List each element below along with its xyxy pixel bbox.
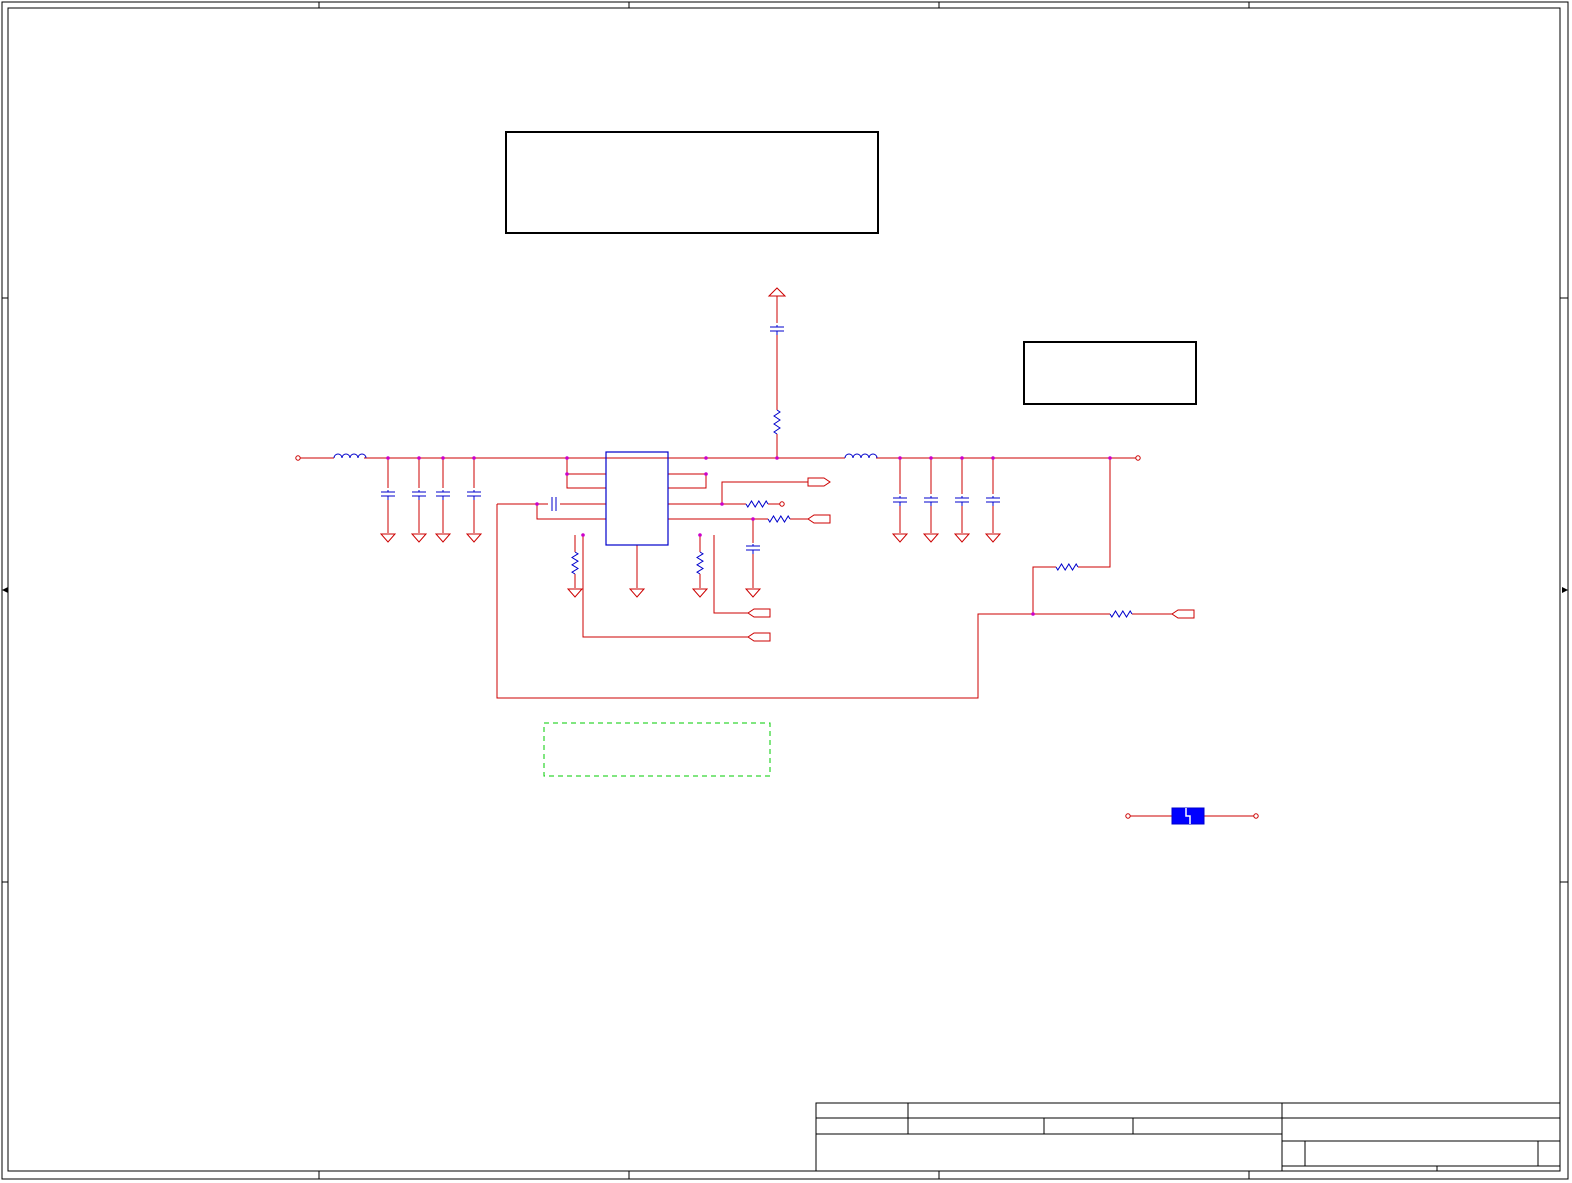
wire-divider [1032,566,1056,614]
capacitor-output [955,496,969,506]
wire-ic-pin [566,458,606,489]
capacitor-input [467,490,481,500]
wire-ic-pin [536,504,606,520]
junction-dot [991,456,995,460]
title-block [815,1102,1561,1172]
text-frame-side [1023,341,1197,405]
offpage-connector [747,632,771,642]
ground-symbol [953,533,971,543]
regulator-ic [605,451,669,546]
inductor-input [333,453,367,459]
title-block-frame [815,1102,1561,1172]
wires [300,296,1256,817]
junction-dot [535,502,539,506]
center-arrow-left [2,587,8,593]
junction-dot [1031,612,1035,616]
junction-dot [704,456,708,460]
junction-dot [751,517,755,521]
capacitor-soft-start [746,544,760,554]
wire-divider [1078,458,1111,568]
ground-symbol [434,533,452,543]
resistor-divider-out [1109,610,1133,618]
resistor-snubber [773,409,781,435]
ground-symbol [566,588,584,598]
junction-dot [720,502,724,506]
ground-symbol [628,588,646,598]
junction-dot [704,472,708,476]
terminal-pin [295,455,301,461]
capacitor-input [381,490,395,500]
sheet-frame [1,1,1569,1180]
ground-symbol [410,533,428,543]
capacitor-output [924,496,938,506]
terminal-pin [779,501,785,507]
terminal-pin [1135,455,1141,461]
center-arrow-right [1562,587,1568,593]
text-frame-main [505,131,879,234]
offpage-connector [807,514,831,524]
junction-dot [565,456,569,460]
offpage-connector [807,477,831,487]
wire-feedback-loop [496,504,1110,699]
offpage-connector [747,608,771,618]
junction-dot [775,456,779,460]
resistor-pulldown [696,551,704,575]
resistor-divider-top [1055,563,1079,571]
schematic-canvas [1,1,1569,1180]
capacitor-snubber [770,325,784,335]
ground-symbol [744,588,762,598]
ground-symbol [465,533,483,543]
junction-dot [1108,456,1112,460]
offpage-connector [1171,609,1195,619]
junction-dot [898,456,902,460]
ground-symbol [984,533,1002,543]
wire-pgood [721,481,808,504]
junction-dot [929,456,933,460]
junction-dot [441,456,445,460]
resistor-pulldown [571,551,579,575]
dashed-note-box [543,722,771,777]
resistor-series [745,500,769,508]
wire-en [713,535,748,614]
junction-dot [581,533,585,537]
junction-dot [960,456,964,460]
capacitor-output [893,496,907,506]
junction-dot [417,456,421,460]
junction-dot [565,472,569,476]
terminal-pin [1125,813,1131,819]
junction-dot [472,456,476,460]
wire-ic-pin [668,473,707,489]
ground-symbol [691,588,709,598]
capacitor-input [436,490,450,500]
ground-symbol [891,533,909,543]
resistor-series [767,515,791,523]
capacitor-input [412,490,426,500]
junction-dot [698,533,702,537]
wire-mode [582,535,748,638]
junction-dot [386,456,390,460]
power-symbol [767,287,787,297]
inductor-output [844,453,878,459]
capacitor-output [986,496,1000,506]
inner-border [7,7,1561,1172]
outer-border [1,1,1569,1180]
terminal-pin [1253,813,1259,819]
ground-symbol [379,533,397,543]
ground-symbol [922,533,940,543]
